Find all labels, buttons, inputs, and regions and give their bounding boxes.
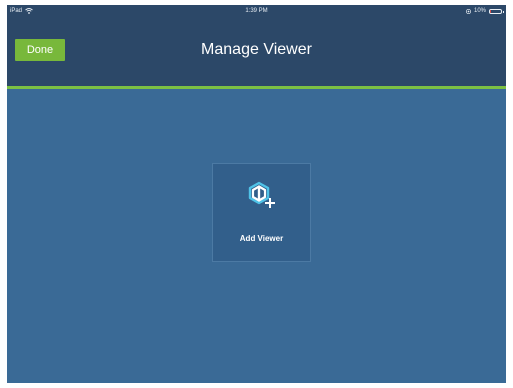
ipad-screen: iPad 1:39 PM 10% Done Manage Viewer Add … [7, 5, 506, 383]
status-time: 1:39 PM [245, 8, 268, 14]
battery-percent: 10% [473, 8, 486, 14]
status-right: 10% [465, 5, 504, 17]
battery-fill [490, 9, 492, 13]
page-title: Manage Viewer [201, 41, 312, 58]
main-content: Add Viewer [7, 89, 506, 383]
add-viewer-label: Add Viewer [239, 234, 284, 243]
add-viewer-icon [247, 180, 279, 212]
status-bar: iPad 1:39 PM 10% [7, 5, 506, 17]
battery-icon [489, 8, 504, 14]
navigation-bar: Done Manage Viewer [7, 17, 506, 89]
location-icon [465, 8, 471, 14]
add-viewer-button[interactable]: Add Viewer [212, 163, 311, 262]
